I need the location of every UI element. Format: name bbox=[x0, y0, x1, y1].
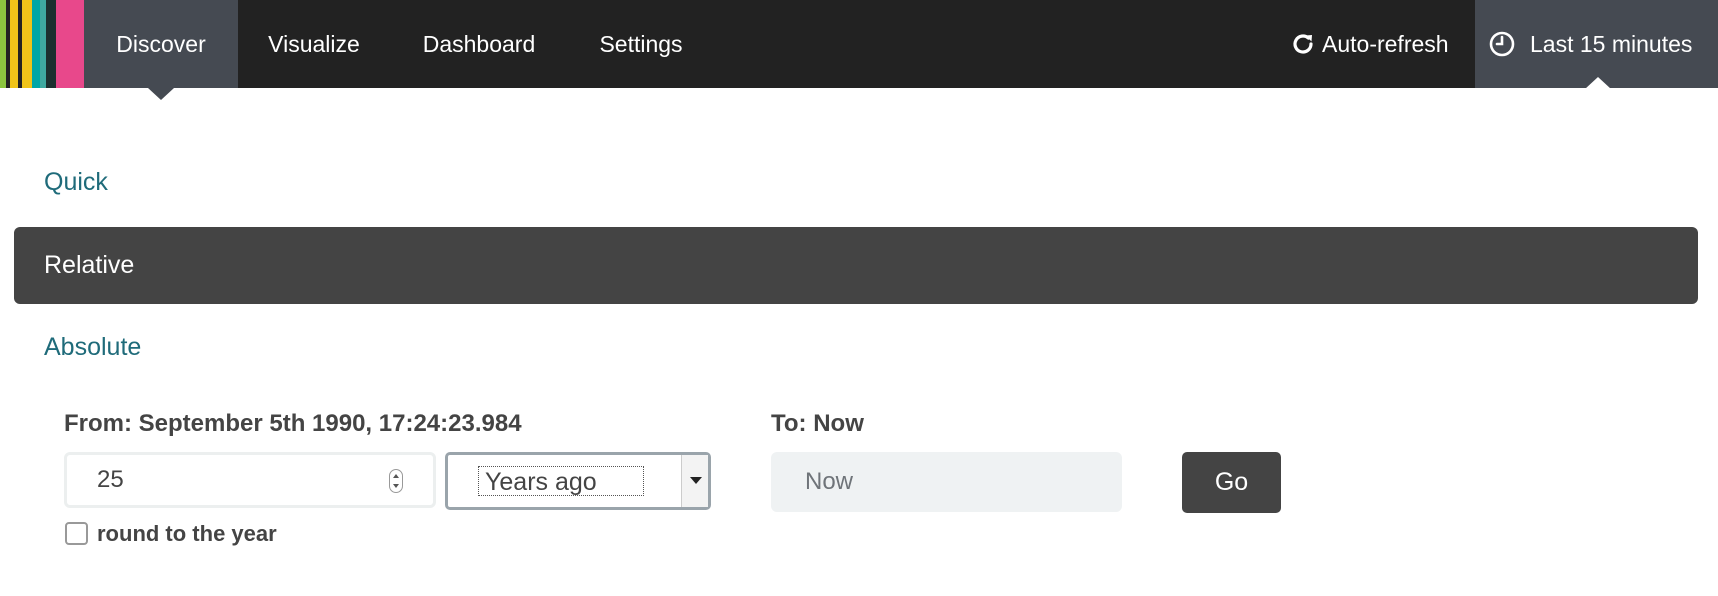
nav-settings[interactable]: Settings bbox=[589, 0, 693, 88]
auto-refresh-label: Auto-refresh bbox=[1322, 31, 1449, 57]
chevron-down-icon[interactable] bbox=[681, 455, 708, 507]
to-input[interactable]: Now bbox=[771, 452, 1122, 512]
from-unit-select[interactable]: Years ago bbox=[445, 452, 711, 510]
round-checkbox[interactable] bbox=[65, 522, 88, 545]
nav-visualize[interactable]: Visualize bbox=[256, 0, 372, 88]
refresh-icon bbox=[1293, 34, 1313, 54]
to-label: To: Now bbox=[771, 410, 864, 437]
from-label: From: September 5th 1990, 17:24:23.984 bbox=[64, 410, 522, 437]
clock-icon bbox=[1489, 31, 1515, 57]
go-button[interactable]: Go bbox=[1182, 452, 1281, 513]
nav-dashboard-label: Dashboard bbox=[422, 31, 536, 57]
from-count-input[interactable]: 25 bbox=[64, 452, 436, 508]
nav-visualize-label: Visualize bbox=[268, 31, 360, 57]
time-picker-label: Last 15 minutes bbox=[1530, 31, 1693, 57]
auto-refresh-button[interactable]: Auto-refresh bbox=[1290, 0, 1449, 88]
from-count-value: 25 bbox=[97, 466, 124, 493]
time-picker-button[interactable]: Last 15 minutes bbox=[1475, 0, 1718, 89]
top-navigation-bar: Discover Visualize Dashboard Settings Au… bbox=[0, 0, 1718, 100]
nav-dashboard[interactable]: Dashboard bbox=[412, 0, 546, 88]
tab-relative[interactable]: Relative bbox=[14, 227, 1698, 304]
to-value: Now bbox=[805, 468, 854, 495]
nav-discover[interactable]: Discover bbox=[84, 0, 238, 100]
time-picker-indicator bbox=[1585, 77, 1611, 89]
from-unit-value: Years ago bbox=[478, 466, 644, 496]
tab-relative-label: Relative bbox=[44, 251, 135, 279]
number-spinner[interactable] bbox=[389, 469, 403, 493]
logo[interactable] bbox=[0, 0, 84, 88]
tab-absolute[interactable]: Absolute bbox=[44, 333, 141, 362]
nav-settings-label: Settings bbox=[599, 31, 683, 57]
nav-discover-label: Discover bbox=[116, 31, 206, 57]
tab-quick[interactable]: Quick bbox=[44, 168, 108, 197]
round-checkbox-label[interactable]: round to the year bbox=[97, 521, 277, 547]
active-indicator bbox=[148, 88, 174, 100]
